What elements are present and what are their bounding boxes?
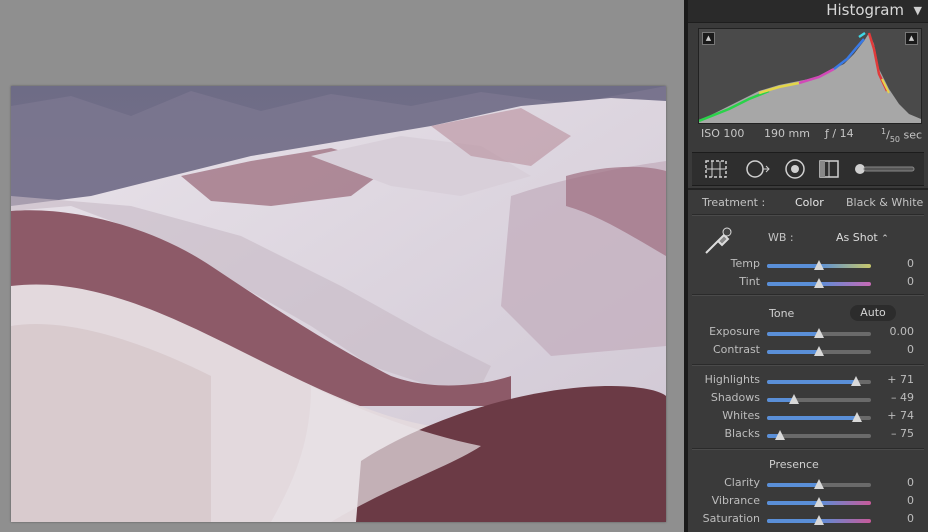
photo-preview[interactable] — [11, 86, 666, 522]
tint-slider[interactable] — [767, 278, 871, 288]
crop-overlay-icon[interactable] — [704, 159, 728, 183]
highlights-slider-fill — [767, 380, 856, 384]
contrast-value[interactable]: 0 — [907, 343, 914, 356]
tint-value[interactable]: 0 — [907, 275, 914, 288]
tint-slider-fill — [767, 282, 819, 286]
wb-select-value: As Shot — [836, 231, 878, 244]
tint-label: Tint — [739, 275, 760, 288]
treatment-color-option[interactable]: Color — [795, 196, 824, 209]
whites-slider-fill — [767, 416, 857, 420]
temp-slider-fill — [767, 264, 819, 268]
shadows-label: Shadows — [710, 391, 760, 404]
temp-slider[interactable] — [767, 260, 871, 270]
saturation-value[interactable]: 0 — [907, 512, 914, 525]
whites-slider-thumb[interactable] — [852, 412, 862, 422]
histogram-header[interactable]: Histogram ▼ — [688, 0, 928, 23]
shutter-numerator: 1 — [881, 127, 887, 136]
whites-label: Whites — [722, 409, 760, 422]
blacks-value[interactable]: – 75 — [891, 427, 914, 440]
whites-slider[interactable] — [767, 412, 871, 422]
exposure-slider-thumb[interactable] — [814, 328, 824, 338]
blacks-slider[interactable] — [767, 430, 871, 440]
saturation-slider-thumb[interactable] — [814, 515, 824, 525]
treatment-label: Treatment : — [702, 196, 766, 209]
blacks-label: Blacks — [724, 427, 761, 440]
saturation-slider[interactable] — [767, 515, 871, 525]
wb-label: WB : — [768, 231, 794, 244]
treatment-bw-option[interactable]: Black & White — [846, 196, 923, 209]
temp-slider-thumb[interactable] — [814, 260, 824, 270]
histogram-graph[interactable]: ▲ ▲ — [698, 28, 922, 124]
contrast-slider-fill — [767, 350, 819, 354]
wb-divider — [692, 294, 924, 296]
histogram-title: Histogram — [826, 1, 904, 19]
white-balance-picker-icon[interactable] — [702, 225, 734, 259]
highlights-slider[interactable] — [767, 376, 871, 386]
wb-select[interactable]: As Shot ⌃ — [836, 231, 889, 244]
clarity-slider-fill — [767, 483, 819, 487]
blacks-slider-thumb[interactable] — [775, 430, 785, 440]
temp-value[interactable]: 0 — [907, 257, 914, 270]
contrast-label: Contrast — [712, 343, 760, 356]
exposure-label: Exposure — [709, 325, 760, 338]
vibrance-slider-fill — [767, 501, 819, 505]
whites-value[interactable]: + 74 — [887, 409, 914, 422]
saturation-slider-fill — [767, 519, 819, 523]
basic-section-divider — [688, 188, 928, 190]
tone-heading: Tone — [769, 307, 795, 320]
exposure-value[interactable]: 0.00 — [890, 325, 915, 338]
vibrance-label: Vibrance — [711, 494, 760, 507]
tool-strip — [692, 152, 924, 186]
highlights-value[interactable]: + 71 — [887, 373, 914, 386]
shutter-denominator: 50 — [889, 134, 900, 144]
shutter-readout: 1/50 sec — [881, 127, 923, 144]
landscape-photo — [11, 86, 666, 522]
wb-updown-icon: ⌃ — [881, 234, 889, 244]
clarity-slider[interactable] — [767, 479, 871, 489]
vibrance-value[interactable]: 0 — [907, 494, 914, 507]
spot-removal-icon[interactable] — [744, 159, 772, 183]
treatment-divider — [692, 214, 924, 216]
exposure-slider-fill — [767, 332, 819, 336]
focal-length-readout: 190 mm — [764, 127, 810, 140]
vibrance-slider[interactable] — [767, 497, 871, 507]
shadows-slider[interactable] — [767, 394, 871, 404]
iso-readout: ISO 100 — [701, 127, 745, 140]
presence-divider — [692, 448, 924, 450]
graduated-filter-icon[interactable] — [816, 159, 842, 183]
vibrance-slider-thumb[interactable] — [814, 497, 824, 507]
shutter-unit: sec — [903, 128, 923, 142]
clarity-label: Clarity — [724, 476, 760, 489]
shadow-clipping-icon[interactable]: ▲ — [702, 32, 715, 45]
clarity-value[interactable]: 0 — [907, 476, 914, 489]
histogram-curve — [698, 31, 921, 123]
shadows-slider-thumb[interactable] — [789, 394, 799, 404]
exposure-slider[interactable] — [767, 328, 871, 338]
highlights-slider-thumb[interactable] — [851, 376, 861, 386]
contrast-slider-thumb[interactable] — [814, 346, 824, 356]
adjustment-brush-icon[interactable] — [852, 159, 918, 183]
collapse-triangle-icon[interactable]: ▼ — [914, 4, 922, 17]
tone-divider — [692, 364, 924, 366]
saturation-label: Saturation — [702, 512, 760, 525]
shadows-value[interactable]: – 49 — [891, 391, 914, 404]
highlight-clipping-icon[interactable]: ▲ — [905, 32, 918, 45]
image-viewer — [0, 0, 684, 532]
presence-heading: Presence — [769, 458, 819, 471]
develop-right-panel: Histogram ▼ ▲ ▲ ISO 100 190 mm ƒ / 14 1/… — [688, 0, 928, 532]
tint-slider-thumb[interactable] — [814, 278, 824, 288]
tone-auto-button[interactable]: Auto — [850, 305, 896, 321]
red-eye-icon[interactable] — [784, 159, 806, 183]
clarity-slider-thumb[interactable] — [814, 479, 824, 489]
aperture-readout: ƒ / 14 — [825, 127, 854, 140]
temp-label: Temp — [730, 257, 760, 270]
contrast-slider[interactable] — [767, 346, 871, 356]
highlights-label: Highlights — [704, 373, 760, 386]
